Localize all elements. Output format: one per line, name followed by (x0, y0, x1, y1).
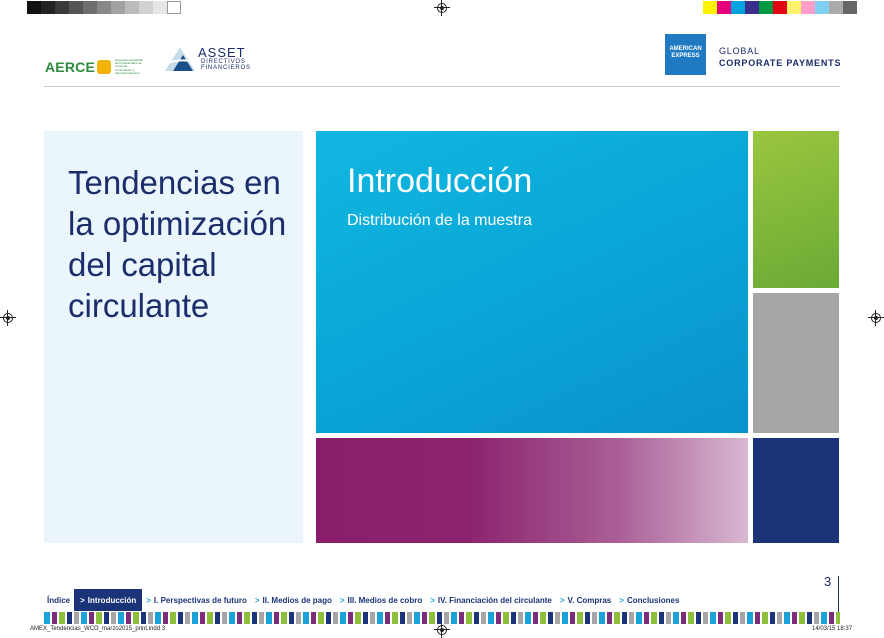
nav-item-perspectivas[interactable]: > I. Perspectivas de futuro (142, 589, 251, 611)
nav-item-label: III. Medios de cobro (347, 595, 423, 605)
nav-arrow-icon: > (619, 595, 624, 605)
nav-arrow-icon: > (254, 595, 260, 605)
asset-logo: ASSET DIRECTIVOS FINANCIEROS (163, 45, 250, 75)
section-title: Introducción (347, 162, 533, 200)
registration-mark-left (0, 310, 16, 326)
nav-item-financiacion[interactable]: > IV. Financiación del circulante (426, 589, 556, 611)
page-number: 3 (824, 574, 832, 589)
nav-item-introduccion[interactable]: > Introducción (74, 589, 143, 611)
gcp-line2: CORPORATE PAYMENTS (719, 58, 842, 68)
gray-decor-panel (753, 293, 839, 433)
nav-arrow-icon: > (80, 595, 85, 605)
amex-logo-line2: EXPRESS (671, 53, 700, 59)
nav-arrow-icon: > (339, 595, 345, 605)
nav-item-compras[interactable]: > V. Compras (556, 589, 615, 611)
nav-arrow-icon: > (146, 595, 151, 605)
navy-decor-panel (753, 438, 839, 543)
print-slug-file: AMEX_Tendencias_WCO_marzo2015_print.indd… (30, 626, 166, 632)
gcp-line1: GLOBAL (719, 46, 760, 56)
document-title: Tendencias en la optimización del capita… (68, 164, 287, 324)
asset-triangle-icon (163, 47, 197, 71)
aerce-tagline: Asociación Española de Profesionales de … (115, 59, 143, 75)
aerce-logo-text: AERCE (45, 59, 96, 75)
nav-item-label: Índice (47, 595, 71, 605)
nav-item-label: II. Medios de pago (262, 595, 332, 605)
asset-logo-text: ASSET (198, 45, 246, 60)
nav-item-label: Conclusiones (626, 595, 680, 605)
asset-sub-line2: FINANCIEROS (201, 65, 251, 71)
aerce-logo: AERCE Asociación Española de Profesional… (45, 59, 143, 77)
nav-item-label: I. Perspectivas de futuro (153, 595, 247, 605)
aerce-emblem-icon (97, 60, 111, 74)
header-divider (44, 86, 840, 87)
green-decor-panel (753, 131, 839, 288)
registration-mark-top (434, 0, 450, 16)
amex-logo-line1: AMERICAN (669, 46, 702, 52)
nav-item-indice[interactable]: Índice (44, 589, 74, 611)
nav-arrow-icon: > (430, 595, 435, 605)
global-corporate-payments: GLOBAL CORPORATE PAYMENTS (719, 45, 841, 69)
nav-item-label: IV. Financiación del circulante (437, 595, 552, 605)
american-express-logo: AMERICAN EXPRESS (665, 34, 706, 75)
footer-color-stripe (44, 612, 840, 624)
nav-arrow-icon: > (559, 595, 565, 605)
registration-mark-bottom (434, 622, 450, 638)
nav-item-conclusiones[interactable]: > Conclusiones (615, 589, 683, 611)
nav-item-medios-cobro[interactable]: > III. Medios de cobro (336, 589, 426, 611)
section-subtitle: Distribución de la muestra (347, 212, 532, 229)
print-slug-date: 14/03/15 18:37 (812, 626, 853, 632)
nav-item-label: Introducción (87, 595, 137, 605)
section-navigation: Índice > Introducción > I. Perspectivas … (44, 589, 683, 611)
nav-item-medios-pago[interactable]: > II. Medios de pago (251, 589, 336, 611)
registration-mark-right (868, 310, 884, 326)
nav-item-label: V. Compras (567, 595, 612, 605)
purple-decor-panel (316, 438, 748, 543)
